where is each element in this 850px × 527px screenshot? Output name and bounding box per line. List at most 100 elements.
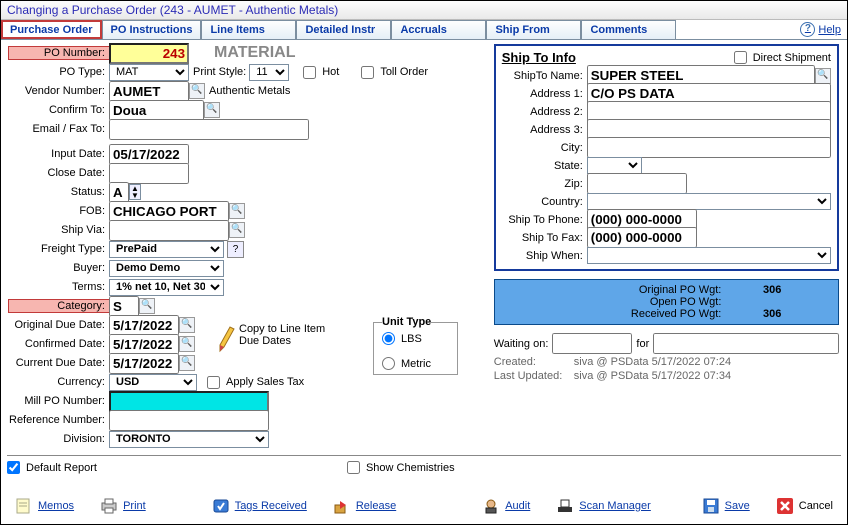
ship-via-lookup-icon[interactable] xyxy=(229,222,245,238)
state-select[interactable] xyxy=(587,157,642,174)
currency-select[interactable]: USD xyxy=(109,374,197,391)
confirm-to-label: Confirm To: xyxy=(9,104,109,116)
copy-line2: Due Dates xyxy=(239,335,325,347)
unit-type-group: Unit Type LBS Metric xyxy=(373,316,458,375)
copy-line1: Copy to Line Item xyxy=(239,323,325,335)
freight-type-label: Freight Type: xyxy=(9,243,109,255)
current-due-date-label: Current Due Date: xyxy=(9,357,109,369)
tab-ship-from[interactable]: Ship From xyxy=(486,20,581,39)
tab-comments[interactable]: Comments xyxy=(581,20,676,39)
confirmed-date-lookup-icon[interactable] xyxy=(179,336,195,352)
print-style-select[interactable]: 11 xyxy=(249,64,289,81)
audit-icon xyxy=(482,497,500,515)
vendor-lookup-icon[interactable] xyxy=(189,83,205,99)
tag-icon xyxy=(212,497,230,515)
po-type-select[interactable]: MAT xyxy=(109,64,189,81)
address2-label: Address 2: xyxy=(502,106,587,118)
reference-number-label: Reference Number: xyxy=(9,414,109,426)
division-label: Division: xyxy=(9,433,109,445)
show-chemistries-checkbox[interactable] xyxy=(347,461,360,474)
reference-number-input[interactable] xyxy=(109,410,269,431)
tab-purchase-order[interactable]: Purchase Order xyxy=(1,20,102,39)
waiting-for-input[interactable] xyxy=(653,333,839,354)
input-date-input[interactable] xyxy=(109,144,189,165)
close-date-input[interactable] xyxy=(109,163,189,184)
tags-received-button[interactable]: Tags Received xyxy=(204,494,315,518)
status-input[interactable] xyxy=(109,182,129,203)
toll-order-checkbox[interactable] xyxy=(361,66,374,79)
close-date-label: Close Date: xyxy=(9,167,109,179)
open-po-wgt-label: Open PO Wgt: xyxy=(551,296,721,308)
zip-input[interactable] xyxy=(587,173,687,194)
direct-shipment-label: Direct Shipment xyxy=(753,52,831,64)
current-due-lookup-icon[interactable] xyxy=(179,355,195,371)
created-label: Created: xyxy=(494,356,574,368)
fob-input[interactable] xyxy=(109,201,229,222)
copy-to-line-item-button[interactable]: Copy to Line Item Due Dates xyxy=(217,323,325,355)
print-button[interactable]: Print xyxy=(92,494,154,518)
save-button[interactable]: Save xyxy=(694,494,758,518)
scanner-icon xyxy=(556,497,574,515)
ship-to-fax-label: Ship To Fax: xyxy=(502,232,587,244)
shipto-name-lookup-icon[interactable] xyxy=(815,68,831,84)
unit-metric-label: Metric xyxy=(401,358,431,370)
category-input[interactable] xyxy=(109,296,139,317)
default-report-checkbox[interactable] xyxy=(7,461,20,474)
original-due-date-input[interactable] xyxy=(109,315,179,336)
current-due-date-input[interactable] xyxy=(109,353,179,374)
vendor-number-label: Vendor Number: xyxy=(9,85,109,97)
city-input[interactable] xyxy=(587,137,831,158)
buyer-select[interactable]: Demo Demo xyxy=(109,260,224,277)
ship-when-select[interactable] xyxy=(587,247,831,264)
tab-po-instructions[interactable]: PO Instructions xyxy=(102,20,202,39)
division-select[interactable]: TORONTO xyxy=(109,431,269,448)
ship-to-fax-input[interactable] xyxy=(587,227,697,248)
terms-select[interactable]: 1% net 10, Net 30 xyxy=(109,279,224,296)
ship-via-label: Ship Via: xyxy=(9,224,109,236)
original-po-wgt-value: 306 xyxy=(731,284,781,296)
po-number-input[interactable] xyxy=(109,43,189,64)
apply-sales-tax-checkbox[interactable] xyxy=(207,376,220,389)
status-spinner[interactable]: ▲▼ xyxy=(129,184,141,200)
direct-shipment-checkbox[interactable] xyxy=(734,51,747,64)
confirmed-date-label: Confirmed Date: xyxy=(9,338,109,350)
release-icon xyxy=(333,497,351,515)
pencil-icon xyxy=(217,323,235,355)
freight-type-select[interactable]: PrePaid xyxy=(109,241,224,258)
release-button[interactable]: Release xyxy=(325,494,404,518)
email-fax-input[interactable] xyxy=(109,119,309,140)
last-updated-value: siva @ PSData 5/17/2022 07:34 xyxy=(574,370,731,382)
ship-via-input[interactable] xyxy=(109,220,229,241)
tab-accruals[interactable]: Accruals xyxy=(391,20,486,39)
confirmed-date-input[interactable] xyxy=(109,334,179,355)
buyer-label: Buyer: xyxy=(9,262,109,274)
zip-label: Zip: xyxy=(502,178,587,190)
received-po-wgt-label: Received PO Wgt: xyxy=(551,308,721,320)
help-link[interactable]: Help xyxy=(800,20,841,39)
country-select[interactable] xyxy=(587,193,831,210)
memos-button[interactable]: Memos xyxy=(7,494,82,518)
audit-button[interactable]: Audit xyxy=(474,494,538,518)
category-lookup-icon[interactable] xyxy=(139,298,155,314)
waiting-on-input[interactable] xyxy=(552,333,632,354)
unit-lbs-radio[interactable] xyxy=(382,332,395,345)
mill-po-number-input[interactable] xyxy=(109,391,269,412)
original-due-lookup-icon[interactable] xyxy=(179,317,195,333)
fob-lookup-icon[interactable] xyxy=(229,203,245,219)
email-fax-label: Email / Fax To: xyxy=(9,123,109,135)
hot-checkbox[interactable] xyxy=(303,66,316,79)
scan-manager-button[interactable]: Scan Manager xyxy=(548,494,659,518)
unit-metric-radio[interactable] xyxy=(382,357,395,370)
cancel-button[interactable]: Cancel xyxy=(768,494,841,518)
confirm-lookup-icon[interactable] xyxy=(204,102,220,118)
currency-label: Currency: xyxy=(9,376,109,388)
vendor-number-input[interactable] xyxy=(109,81,189,102)
received-po-wgt-value: 306 xyxy=(731,308,781,320)
address1-label: Address 1: xyxy=(502,88,587,100)
country-label: Country: xyxy=(502,196,587,208)
tab-detailed-instr[interactable]: Detailed Instr xyxy=(296,20,391,39)
confirm-to-input[interactable] xyxy=(109,100,204,121)
tab-strip: Purchase Order PO Instructions Line Item… xyxy=(1,20,847,40)
tab-line-items[interactable]: Line Items xyxy=(201,20,296,39)
freight-help-button[interactable]: ? xyxy=(227,241,244,258)
